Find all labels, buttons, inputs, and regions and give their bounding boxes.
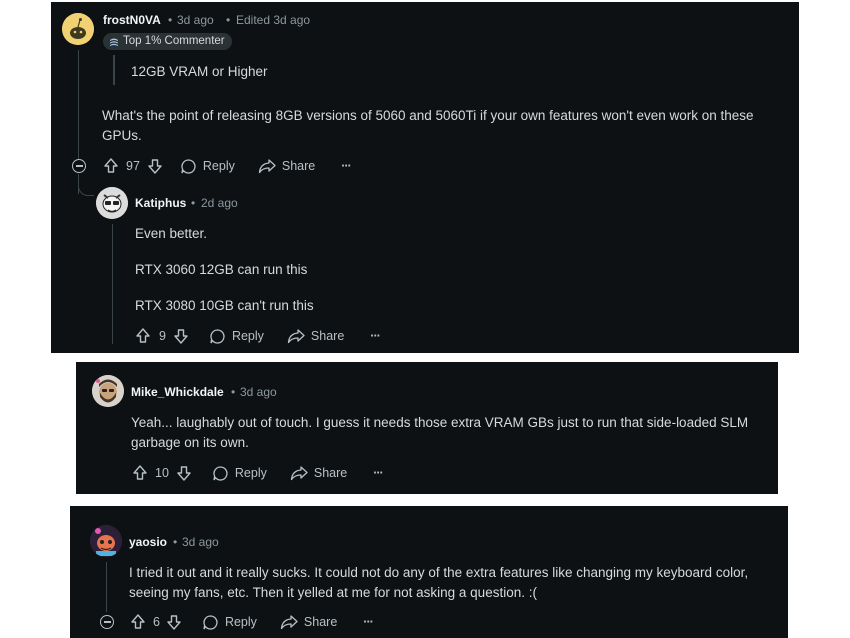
badge-icon — [110, 38, 118, 46]
comment-panel-2: Mike_Whickdale • 3d ago Yeah... laughabl… — [76, 362, 778, 494]
snoo-avatar-icon — [62, 13, 94, 45]
reply-label: Reply — [231, 329, 264, 343]
avatar[interactable] — [96, 187, 128, 219]
username[interactable]: frostN0VA — [103, 13, 161, 27]
share-label: Share — [313, 466, 348, 480]
share-label: Share — [310, 329, 345, 343]
separator: • — [191, 196, 196, 210]
comment-icon — [181, 158, 196, 174]
comment-actions: 9 Reply Share ··· — [134, 326, 381, 346]
separator: • — [173, 535, 178, 549]
share-icon — [280, 615, 298, 630]
username[interactable]: Katiphus — [135, 196, 186, 210]
quote-bar — [113, 55, 115, 85]
more-icon[interactable]: ··· — [373, 466, 383, 480]
snoo-avatar-icon — [92, 375, 124, 407]
more-icon[interactable]: ··· — [370, 329, 380, 343]
username[interactable]: yaosio — [129, 535, 167, 549]
comment-panel-3: yaosio • 3d ago I tried it out and it re… — [70, 506, 788, 638]
comment-panel-1: frostN0VA • 3d ago • Edited 3d ago Top 1… — [51, 2, 799, 353]
thread-line[interactable] — [112, 224, 113, 344]
username[interactable]: Mike_Whickdale — [131, 385, 224, 399]
share-icon — [287, 329, 305, 344]
downvote-icon[interactable] — [175, 464, 193, 482]
comment-paragraph: RTX 3080 10GB can't run this — [135, 298, 314, 313]
timestamp[interactable]: 3d ago — [177, 13, 214, 27]
share-icon — [290, 466, 308, 481]
share-label: Share — [281, 159, 316, 173]
comment-actions: 6 Reply Share ··· — [129, 612, 374, 632]
more-icon[interactable]: ··· — [363, 615, 373, 629]
more-icon[interactable]: ··· — [341, 159, 351, 173]
share-icon — [258, 159, 276, 174]
vote-count: 10 — [155, 466, 169, 480]
reply-button[interactable]: Reply — [209, 328, 264, 345]
avatar[interactable] — [92, 375, 124, 407]
comment-actions: 97 Reply Share ··· — [102, 156, 352, 176]
avatar[interactable] — [90, 525, 122, 557]
upvote-icon[interactable] — [129, 613, 147, 631]
downvote-icon[interactable] — [172, 327, 190, 345]
comment-icon — [203, 614, 218, 630]
snoo-avatar-icon — [96, 187, 128, 219]
share-button[interactable]: Share — [290, 465, 347, 481]
collapse-icon[interactable] — [100, 615, 114, 629]
thread-line[interactable] — [78, 50, 79, 160]
share-button[interactable]: Share — [258, 158, 315, 174]
comment-icon — [213, 465, 228, 481]
share-label: Share — [303, 615, 338, 629]
reply-label: Reply — [224, 615, 257, 629]
vote-count: 9 — [159, 329, 166, 343]
downvote-icon[interactable] — [165, 613, 183, 631]
vote-count: 97 — [126, 159, 140, 173]
collapse-icon[interactable] — [72, 159, 86, 173]
upvote-icon[interactable] — [134, 327, 152, 345]
upvote-icon[interactable] — [102, 157, 120, 175]
timestamp[interactable]: 2d ago — [201, 196, 238, 210]
downvote-icon[interactable] — [146, 157, 164, 175]
reply-label: Reply — [234, 466, 267, 480]
edited-label: Edited 3d ago — [236, 13, 311, 27]
badge-label: Top 1% Commenter — [123, 35, 225, 47]
comment-actions: 10 Reply Share ··· — [131, 463, 384, 483]
comment-body: I tried it out and it really sucks. It c… — [129, 565, 749, 600]
upvote-icon[interactable] — [131, 464, 149, 482]
comment-body: What's the point of releasing 8GB versio… — [102, 108, 754, 143]
thread-connector — [78, 182, 94, 196]
timestamp[interactable]: 3d ago — [182, 535, 219, 549]
share-button[interactable]: Share — [280, 614, 337, 630]
reply-button[interactable]: Reply — [180, 158, 235, 175]
timestamp[interactable]: 3d ago — [240, 385, 277, 399]
comment-paragraph: RTX 3060 12GB can run this — [135, 262, 308, 277]
comment-body: Yeah... laughably out of touch. I guess … — [131, 415, 749, 450]
comment-paragraph: Even better. — [135, 226, 208, 241]
separator: • — [226, 13, 231, 27]
vote-count: 6 — [153, 615, 160, 629]
avatar[interactable] — [62, 13, 94, 45]
share-button[interactable]: Share — [287, 328, 344, 344]
comment-icon — [210, 328, 225, 344]
separator: • — [231, 385, 236, 399]
thread-line[interactable] — [106, 562, 107, 612]
snoo-avatar-icon — [90, 525, 122, 557]
reply-label: Reply — [202, 159, 235, 173]
reply-button[interactable]: Reply — [212, 465, 267, 482]
status-badge[interactable]: Top 1% Commenter — [103, 33, 232, 50]
quote-text: 12GB VRAM or Higher — [131, 64, 268, 79]
separator: • — [168, 13, 173, 27]
reply-button[interactable]: Reply — [202, 614, 257, 631]
